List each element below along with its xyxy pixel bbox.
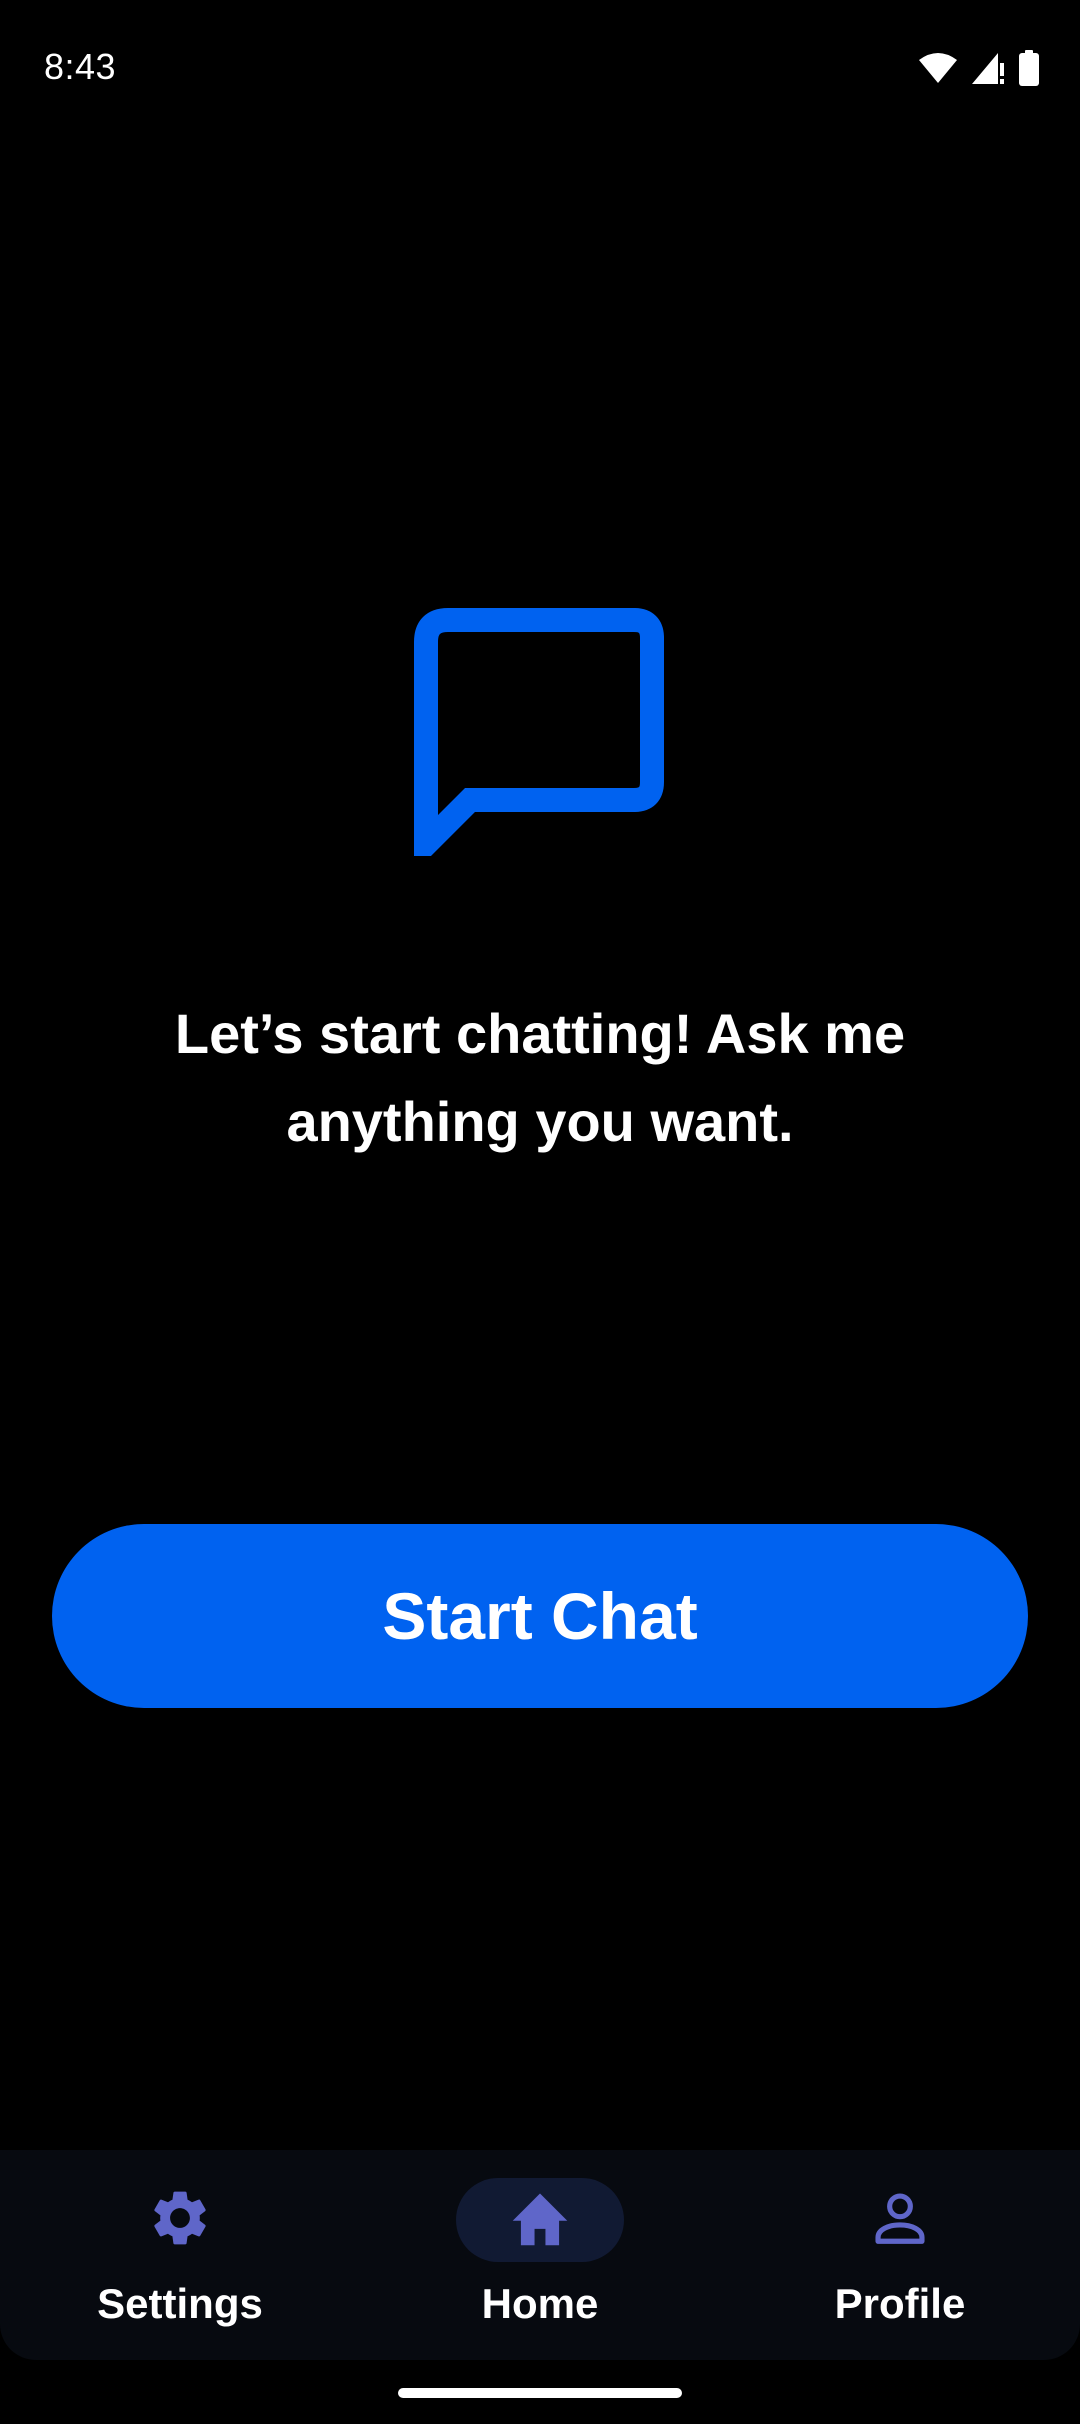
cell-signal-icon: [970, 51, 1006, 85]
gesture-home-indicator[interactable]: [398, 2388, 682, 2398]
home-icon: [507, 2188, 573, 2253]
status-bar: 8:43: [0, 0, 1080, 140]
welcome-message: Let’s start chatting! Ask me anything yo…: [174, 1002, 906, 1153]
bottom-navigation-bar: Settings Home Profile: [0, 2150, 1080, 2360]
app-screen: 8:43 Let’s start chatting! Ask me anythi…: [0, 0, 1080, 2424]
nav-item-home[interactable]: Home: [360, 2150, 720, 2360]
wifi-icon: [918, 52, 958, 84]
nav-item-settings[interactable]: Settings: [0, 2150, 360, 2360]
person-icon: [869, 2187, 931, 2254]
start-chat-button[interactable]: Start Chat: [52, 1524, 1028, 1708]
status-icons: [918, 50, 1040, 86]
nav-icon-container: [96, 2178, 264, 2262]
nav-icon-container: [816, 2178, 984, 2262]
nav-label-profile: Profile: [834, 2280, 966, 2327]
nav-label-home: Home: [481, 2280, 599, 2327]
gear-icon: [147, 2185, 213, 2256]
nav-label-settings: Settings: [97, 2280, 263, 2327]
nav-item-profile[interactable]: Profile: [720, 2150, 1080, 2360]
status-time: 8:43: [44, 46, 117, 87]
battery-icon: [1018, 50, 1040, 86]
chat-bubble-icon: [414, 608, 664, 873]
nav-icon-container-active: [456, 2178, 624, 2262]
